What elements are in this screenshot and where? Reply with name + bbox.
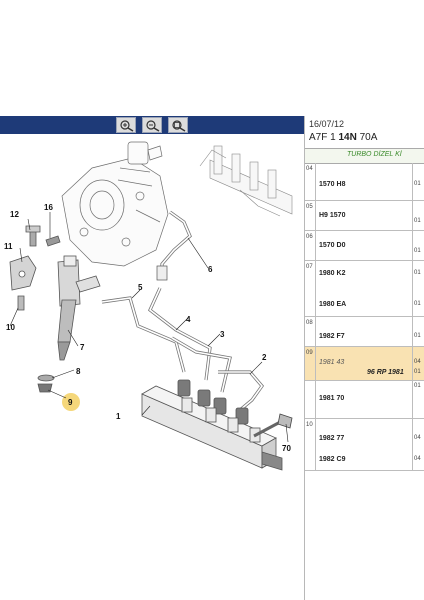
callout-8[interactable]: 8 [76, 367, 81, 376]
zoom-out-icon [146, 120, 160, 132]
catalog-reference: A7F 1 14N 70A [309, 132, 377, 143]
engine-injector-ghost [199, 145, 293, 217]
zoom-fit-button[interactable] [168, 117, 188, 133]
row-level: 04 [306, 166, 313, 172]
part-reference: 1981 43 [319, 359, 345, 366]
callout-1[interactable]: 1 [116, 412, 121, 421]
callout-12[interactable]: 12 [10, 210, 19, 219]
reference-suffix: 70A [359, 132, 378, 143]
row-level: 05 [306, 204, 313, 210]
quantity: 01 [414, 218, 421, 224]
diagram-toolbar [0, 116, 304, 134]
zoom-in-icon [120, 120, 134, 132]
callout-6[interactable]: 6 [208, 265, 213, 274]
callout-70[interactable]: 70 [282, 444, 291, 453]
parts-list-panel: 16/07/12 A7F 1 14N 70A TURBO DİZEL Kİ 04… [304, 116, 424, 600]
part-reference: 1570 D0 [319, 242, 346, 249]
callout-16[interactable]: 16 [44, 203, 53, 212]
quantity: 01 [414, 369, 421, 375]
part-reference: 1570 H8 [319, 181, 346, 188]
zoom-fit-icon [172, 120, 186, 132]
row-level: 06 [306, 234, 313, 240]
zoom-out-button[interactable] [142, 117, 162, 133]
fuel-rail [141, 379, 283, 471]
row-level: 07 [306, 264, 313, 270]
callout-7[interactable]: 7 [80, 343, 85, 352]
quantity: 01 [414, 270, 421, 276]
callout-11[interactable]: 11 [4, 242, 13, 251]
quantity: 04 [414, 435, 421, 441]
part-reference-alt: 96 RP 1981 [367, 369, 404, 376]
zoom-in-button[interactable] [116, 117, 136, 133]
parts-row-selected[interactable]: 09 1981 43 96 RP 1981 04 01 [305, 347, 424, 381]
row-level: 09 [306, 350, 313, 356]
quantity: 01 [414, 181, 421, 187]
part-reference: H9 1570 [319, 212, 346, 219]
reference-prefix: A7F 1 [309, 132, 336, 143]
part-reference: 1982 77 [319, 435, 345, 442]
part-reference: 1982 C9 [319, 456, 346, 463]
callout-2[interactable]: 2 [262, 353, 267, 362]
part-reference: 1980 EA [319, 301, 347, 308]
parts-row[interactable]: 1981 70 01 [305, 381, 424, 419]
parts-row[interactable]: 06 1570 D0 01 [305, 231, 424, 261]
part-reference: 1980 K2 [319, 270, 346, 277]
callout-10[interactable]: 10 [6, 323, 15, 332]
high-pressure-pump [61, 141, 169, 267]
quantity: 04 [414, 456, 421, 462]
quantity: 04 [414, 359, 421, 365]
exploded-parts-diagram: 12 11 10 16 7 8 9 1 2 3 4 5 6 70 [4, 141, 293, 471]
quantity: 01 [414, 383, 421, 389]
part-reference: 1982 F7 [319, 333, 345, 340]
parts-row[interactable]: 08 1982 F7 01 [305, 317, 424, 347]
part-reference: 1981 70 [319, 395, 345, 402]
parts-row[interactable]: 07 1980 K2 01 1980 EA 01 [305, 261, 424, 317]
injector [57, 255, 101, 361]
row-level: 10 [306, 422, 313, 428]
reference-code: 14N [338, 132, 357, 143]
row-level: 08 [306, 320, 313, 326]
quantity: 01 [414, 333, 421, 339]
callout-9[interactable]: 9 [68, 398, 73, 407]
callout-3[interactable]: 3 [220, 330, 225, 339]
section-title: TURBO DİZEL Kİ [347, 151, 402, 158]
quantity: 01 [414, 248, 421, 254]
callout-5[interactable]: 5 [138, 283, 143, 292]
parts-row[interactable]: 10 1982 77 04 1982 C9 04 [305, 419, 424, 471]
parts-row[interactable]: 05 H9 1570 01 [305, 201, 424, 231]
callout-4[interactable]: 4 [186, 315, 191, 324]
quantity: 01 [414, 301, 421, 307]
parts-row[interactable]: 04 1570 H8 01 [305, 163, 424, 201]
section-header: TURBO DİZEL Kİ [305, 148, 424, 164]
catalog-date: 16/07/12 [309, 119, 345, 129]
